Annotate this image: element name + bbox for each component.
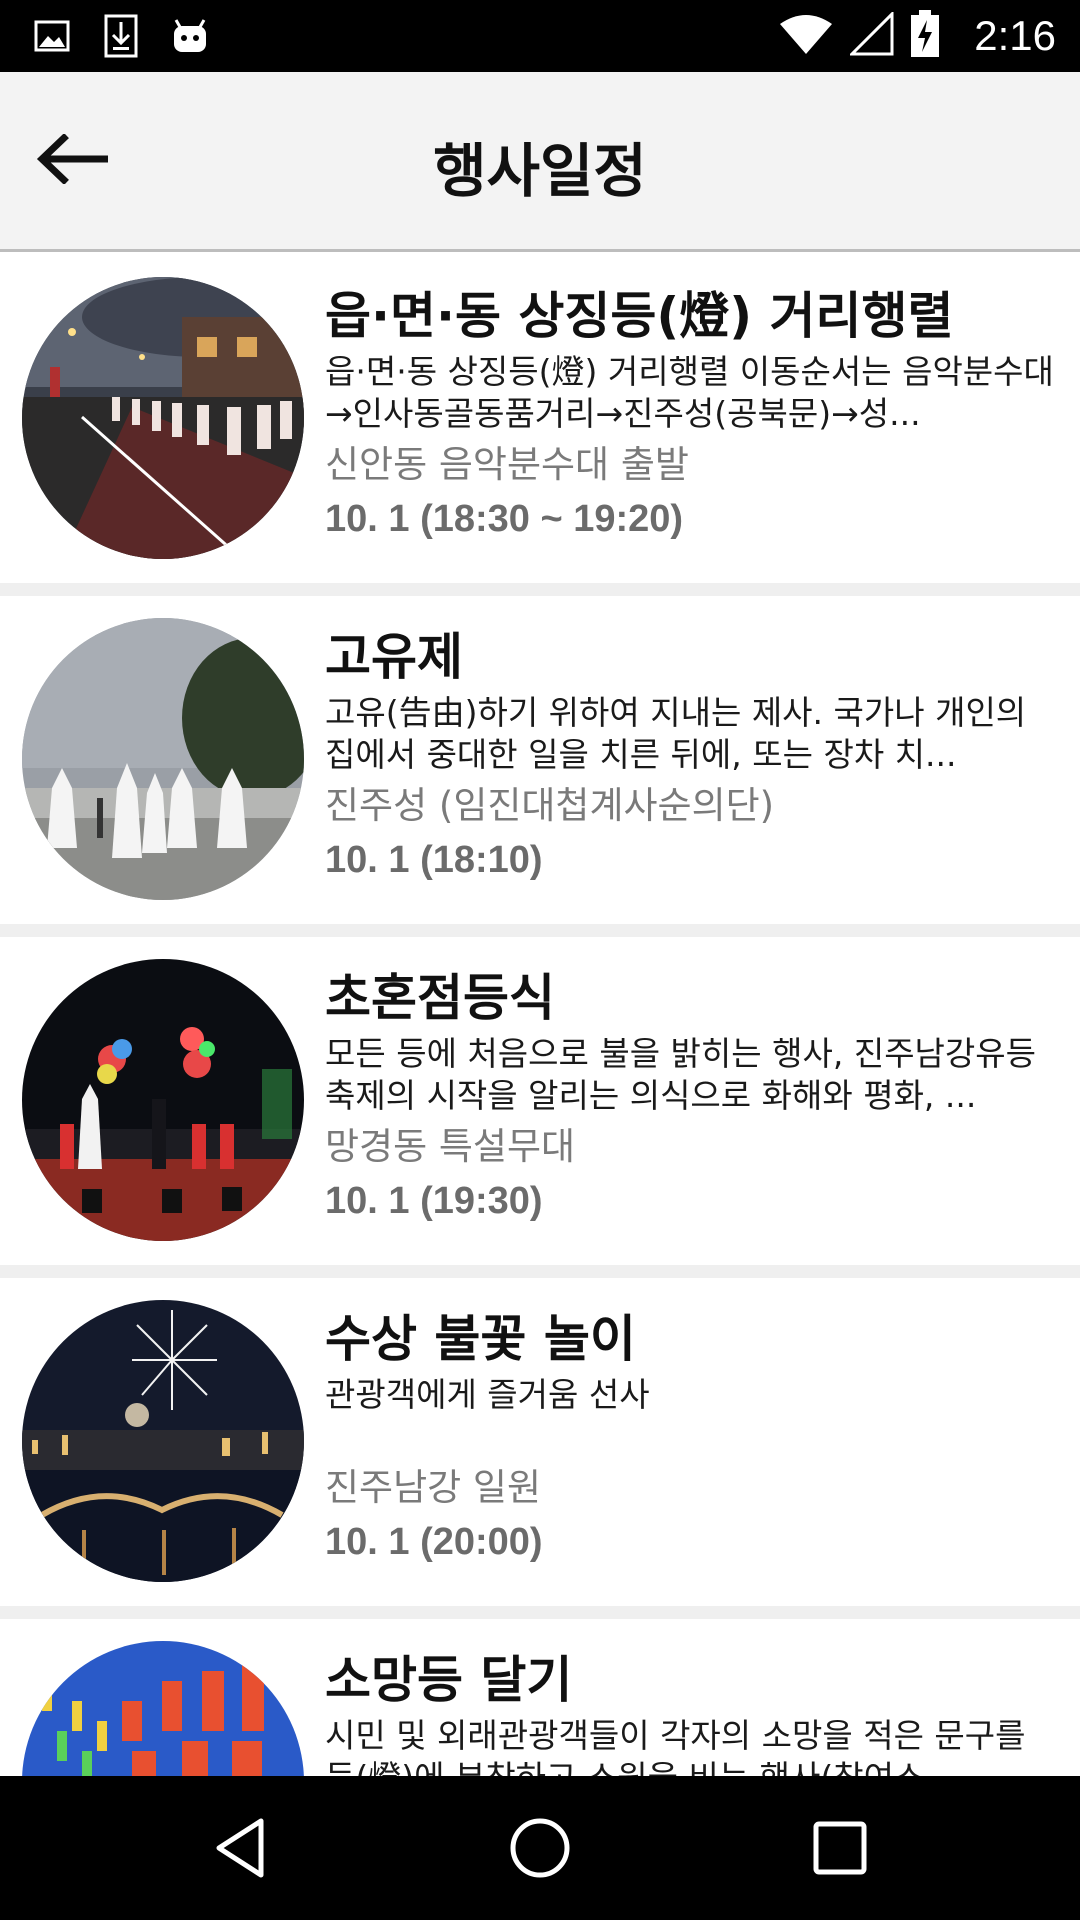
- battery-charging-icon: [910, 10, 940, 62]
- event-place: 망경동 특설무대: [325, 1125, 576, 1168]
- event-title: 수상 불꽃 놀이: [325, 1310, 636, 1368]
- event-thumbnail: [22, 959, 304, 1241]
- event-text: 초혼점등식 모든 등에 처음으로 불을 밝히는 행사, 진주남강유등축제의 시작…: [325, 967, 1055, 1227]
- nav-home-button[interactable]: [505, 1813, 575, 1883]
- home-circle-icon: [510, 1818, 570, 1878]
- event-thumbnail: [22, 277, 304, 559]
- event-item[interactable]: 고유제 고유(告由)하기 위하여 지내는 제사. 국가나 개인의 집에서 중대한…: [0, 596, 1080, 924]
- event-description: 관광객에게 즐거움 선사: [325, 1375, 650, 1414]
- event-title: 고유제: [325, 628, 463, 686]
- event-text: 소망등 달기 시민 및 외래관광객들이 각자의 소망을 적은 문구를 등(燈)에…: [325, 1649, 1055, 1776]
- event-thumbnail: [22, 618, 304, 900]
- event-time: 10. 1 (18:10): [325, 839, 543, 881]
- event-description: 시민 및 외래관광객들이 각자의 소망을 적은 문구를 등(燈)에 부착하고 소…: [325, 1716, 1026, 1776]
- event-title: 소망등 달기: [325, 1651, 573, 1709]
- download-icon: [104, 14, 138, 62]
- page-title: 행사일정: [433, 137, 647, 205]
- event-place: 진주남강 일원: [325, 1466, 542, 1509]
- recents-square-icon: [813, 1821, 867, 1875]
- event-description: 모든 등에 처음으로 불을 밝히는 행사, 진주남강유등축제의 시작을 알리는 …: [325, 1034, 1036, 1115]
- event-text: 읍·면·동 상징등(燈) 거리행렬 읍·면·동 상징등(燈) 거리행렬 이동순서…: [325, 285, 1055, 545]
- back-triangle-icon: [216, 1818, 264, 1878]
- event-title: 초혼점등식: [325, 969, 555, 1027]
- nav-recents-button[interactable]: [805, 1813, 875, 1883]
- event-item[interactable]: 초혼점등식 모든 등에 처음으로 불을 밝히는 행사, 진주남강유등축제의 시작…: [0, 937, 1080, 1265]
- android-icon: [172, 18, 208, 58]
- signal-icon: [848, 10, 894, 60]
- app-bar: 행사일정: [0, 72, 1080, 252]
- event-item[interactable]: 소망등 달기 시민 및 외래관광객들이 각자의 소망을 적은 문구를 등(燈)에…: [0, 1619, 1080, 1776]
- event-place: 진주성 (임진대첩계사순의단): [325, 784, 775, 827]
- event-thumbnail: [22, 1641, 304, 1776]
- event-time: 10. 1 (18:30 ~ 19:20): [325, 498, 684, 540]
- event-description: 고유(告由)하기 위하여 지내는 제사. 국가나 개인의 집에서 중대한 일을 …: [325, 693, 1027, 774]
- event-item[interactable]: 읍·면·동 상징등(燈) 거리행렬 읍·면·동 상징등(燈) 거리행렬 이동순서…: [0, 255, 1080, 583]
- event-item[interactable]: 수상 불꽃 놀이 관광객에게 즐거움 선사 진주남강 일원 10. 1 (20:…: [0, 1278, 1080, 1606]
- event-text: 고유제 고유(告由)하기 위하여 지내는 제사. 국가나 개인의 집에서 중대한…: [325, 626, 1055, 886]
- status-bar: 2:16: [0, 0, 1080, 72]
- event-thumbnail: [22, 1300, 304, 1582]
- event-time: 10. 1 (19:30): [325, 1180, 543, 1222]
- event-place: 신안동 음악분수대 출발: [325, 443, 689, 486]
- event-description: 읍·면·동 상징등(燈) 거리행렬 이동순서는 음악분수대→인사동골동품거리→진…: [325, 352, 1054, 433]
- image-icon: [34, 18, 70, 58]
- event-text: 수상 불꽃 놀이 관광객에게 즐거움 선사 진주남강 일원 10. 1 (20:…: [325, 1308, 1055, 1568]
- event-time: 10. 1 (20:00): [325, 1521, 543, 1563]
- event-title: 읍·면·동 상징등(燈) 거리행렬: [325, 287, 954, 345]
- event-list[interactable]: 읍·면·동 상징등(燈) 거리행렬 읍·면·동 상징등(燈) 거리행렬 이동순서…: [0, 255, 1080, 1776]
- nav-back-button[interactable]: [205, 1813, 275, 1883]
- navigation-bar: [0, 1776, 1080, 1920]
- status-time: 2:16: [974, 12, 1056, 59]
- wifi-icon: [778, 12, 834, 60]
